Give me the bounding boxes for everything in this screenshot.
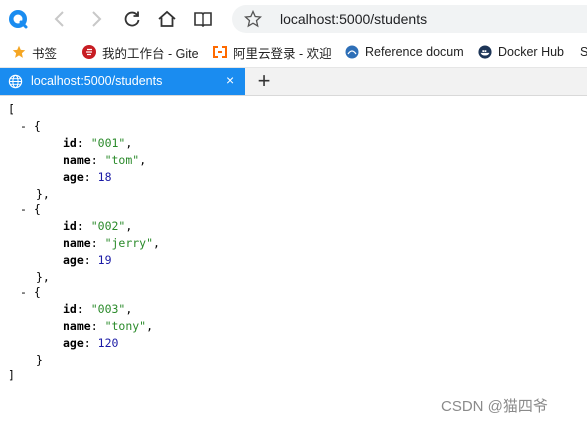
close-brace: } [36, 353, 43, 367]
collapse-toggle[interactable]: - { [20, 201, 41, 218]
string-value: "002" [90, 219, 126, 233]
string-value: "001" [90, 136, 126, 150]
globe-icon [8, 74, 23, 94]
key-label: name [63, 153, 91, 167]
number-value: 120 [97, 336, 119, 350]
number-value: 18 [97, 170, 112, 184]
docker-icon [478, 45, 492, 59]
json-field-id: id: "001", [63, 136, 133, 150]
key-label: name [63, 236, 91, 250]
collapse-toggle[interactable]: - { [20, 284, 41, 301]
string-value: "003" [90, 302, 126, 316]
watermark: CSDN @猫四爷 [441, 398, 548, 415]
key-label: name [63, 319, 91, 333]
gitee-icon [82, 45, 96, 59]
close-bracket: ] [8, 368, 15, 382]
browser-logo-icon[interactable] [6, 8, 30, 30]
key-label: age [63, 253, 84, 267]
json-field-id: id: "002", [63, 219, 133, 233]
key-label: id [63, 136, 77, 150]
bookmark-item-reference[interactable]: Reference docum [345, 44, 465, 60]
string-value: "tony" [104, 319, 147, 333]
new-tab-button[interactable]: + [255, 69, 273, 93]
json-field-name: name: "jerry", [63, 236, 160, 250]
home-icon[interactable] [156, 8, 178, 30]
star-icon [12, 45, 26, 59]
bookmark-label: S [580, 45, 587, 59]
back-icon[interactable] [50, 8, 70, 30]
collapse-toggle[interactable]: - { [20, 118, 41, 135]
bookmarks-bar: 书签 我的工作台 - Gite 阿里云登录 - 欢迎 Reference doc… [0, 37, 587, 68]
string-value: "jerry" [104, 236, 154, 250]
bookmark-item-gitee[interactable]: 我的工作台 - Gite [82, 44, 200, 60]
tab-close-button[interactable]: × [226, 72, 234, 88]
navigation-bar: localhost:5000/students [0, 0, 587, 37]
bookmark-item-overflow[interactable]: S [580, 44, 587, 60]
bookmark-item-docker[interactable]: Docker Hub [478, 44, 564, 60]
tab-bar: localhost:5000/students × + [0, 68, 587, 96]
reference-icon [345, 45, 359, 59]
bookmark-label: Docker Hub [498, 45, 564, 59]
number-value: 19 [97, 253, 112, 267]
bookmark-item-aliyun[interactable]: 阿里云登录 - 欢迎 [213, 44, 333, 60]
address-text[interactable]: localhost:5000/students [280, 11, 427, 27]
json-field-age: age: 18 [63, 170, 112, 184]
bookmark-star-icon[interactable] [243, 9, 263, 33]
key-label: id [63, 219, 77, 233]
bookmark-label: 书签 [32, 46, 58, 61]
bookmark-label: 我的工作台 - Gite [102, 46, 199, 61]
string-value: "tom" [104, 153, 140, 167]
json-field-name: name: "tom", [63, 153, 147, 167]
key-label: age [63, 336, 84, 350]
json-field-name: name: "tony", [63, 319, 154, 333]
json-field-age: age: 120 [63, 336, 119, 350]
reload-icon[interactable] [121, 8, 143, 30]
aliyun-icon [213, 45, 227, 59]
tab-title: localhost:5000/students [31, 74, 163, 88]
reading-mode-icon[interactable] [192, 8, 214, 30]
key-label: age [63, 170, 84, 184]
address-bar[interactable]: localhost:5000/students [232, 5, 587, 33]
bookmark-item-bookmarks[interactable]: 书签 [12, 44, 57, 60]
key-label: id [63, 302, 77, 316]
bookmark-label: Reference docum [365, 45, 464, 59]
json-field-id: id: "003", [63, 302, 133, 316]
json-field-age: age: 19 [63, 253, 112, 267]
bookmark-label: 阿里云登录 - 欢迎 [233, 46, 332, 61]
tab-students[interactable]: localhost:5000/students × [0, 68, 245, 95]
open-bracket: [ [8, 102, 15, 116]
forward-icon[interactable] [86, 8, 106, 30]
